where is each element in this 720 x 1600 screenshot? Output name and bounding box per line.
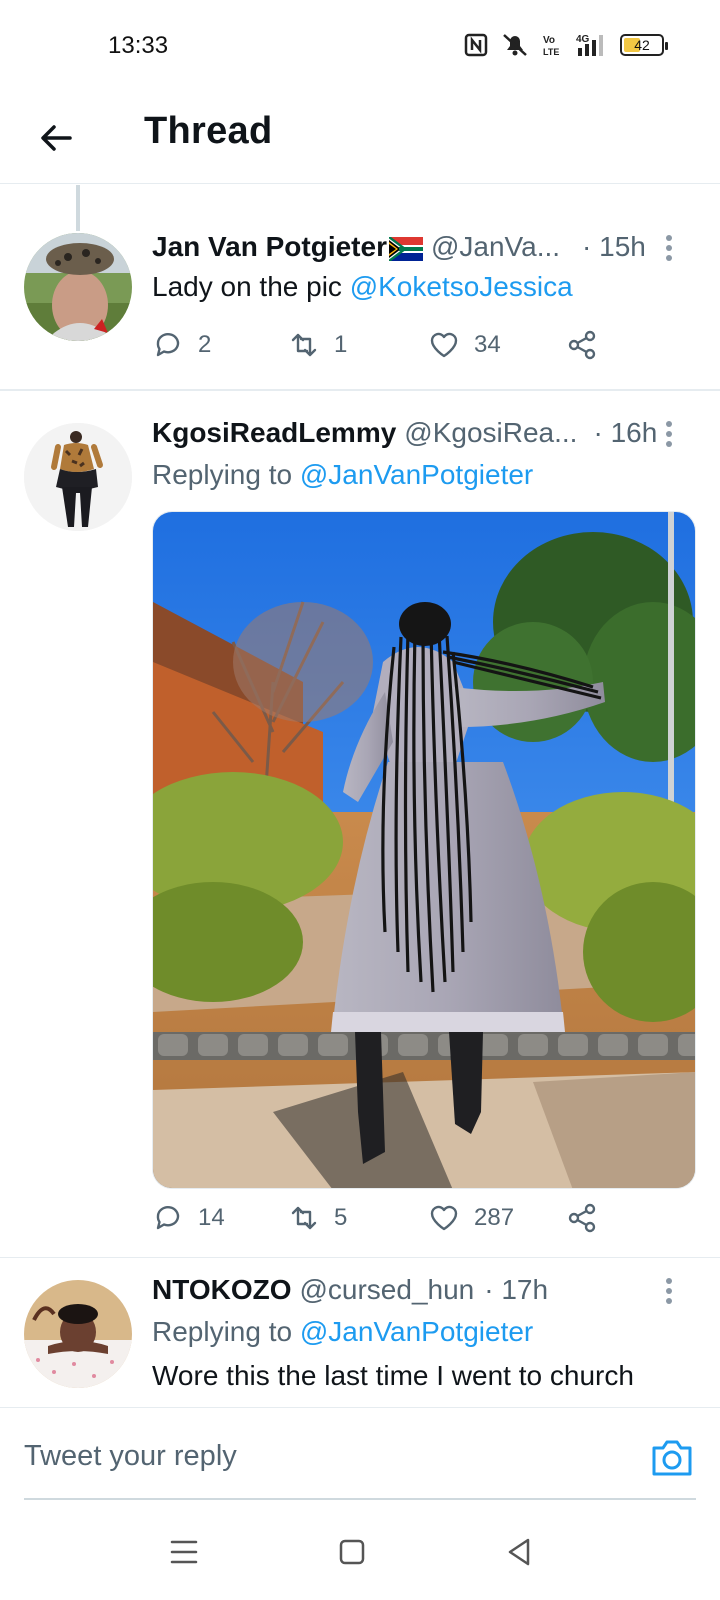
- display-name[interactable]: KgosiReadLemmy: [152, 417, 396, 449]
- replying-to: Replying to @JanVanPotgieter: [152, 1316, 533, 1348]
- south-africa-flag-icon: [388, 237, 423, 261]
- reply-composer[interactable]: Tweet your reply: [0, 1407, 720, 1507]
- retweet-count: 5: [334, 1204, 348, 1231]
- tweet-text: Lady on the pic @KoketsoJessica: [152, 271, 573, 303]
- display-name[interactable]: NTOKOZO: [152, 1274, 291, 1306]
- share-button[interactable]: [566, 1198, 598, 1238]
- avatar[interactable]: [24, 233, 132, 341]
- like-count: 287: [474, 1204, 515, 1231]
- battery-icon: 42: [620, 34, 668, 56]
- tweet-ntokozo[interactable]: NTOKOZO @cursed_hun · 17h Replying to @J…: [0, 1258, 720, 1407]
- avatar[interactable]: [24, 1280, 132, 1388]
- mute-icon: [503, 34, 527, 56]
- status-icons: Vo LTE 4G 42: [464, 32, 668, 58]
- svg-text:4G: 4G: [576, 34, 590, 45]
- tweet-header: Jan Van Potgieter @JanVa... · 15h: [152, 231, 680, 267]
- handle: @KgosiRea...: [404, 417, 578, 448]
- share-button[interactable]: [566, 325, 598, 365]
- svg-text:Vo: Vo: [543, 35, 555, 46]
- volte-icon: VoLTE: [543, 35, 559, 57]
- retweet-count: 1: [334, 331, 348, 358]
- like-button[interactable]: 287: [428, 1198, 514, 1238]
- like-button[interactable]: 34: [428, 325, 501, 365]
- reply-underline: [24, 1498, 696, 1500]
- reply-button[interactable]: 14: [152, 1198, 225, 1238]
- retweet-button[interactable]: 5: [288, 1198, 347, 1238]
- more-options-icon[interactable]: [662, 419, 676, 449]
- handle: @cursed_hun: [299, 1274, 475, 1305]
- tweet-photo[interactable]: [152, 511, 696, 1189]
- mention-link[interactable]: @JanVanPotgieter: [300, 459, 533, 490]
- nfc-icon: [464, 33, 488, 57]
- status-time: 13:33: [108, 32, 169, 59]
- retweet-icon: [291, 1206, 317, 1230]
- reply-count: 14: [198, 1204, 225, 1231]
- more-options-icon[interactable]: [662, 233, 676, 263]
- tweet-text: Wore this the last time I went to church: [152, 1360, 634, 1391]
- tweet-header: NTOKOZO @cursed_hun · 17h: [152, 1274, 680, 1310]
- reply-icon: [156, 1206, 180, 1230]
- timestamp: · 15h: [582, 231, 646, 262]
- avatar[interactable]: [24, 423, 132, 531]
- app-bar: Thread: [0, 92, 720, 184]
- tweet-kgosireadlemmy[interactable]: KgosiReadLemmy @KgosiRea... · 16h Replyi…: [0, 391, 720, 1257]
- share-icon: [568, 1203, 596, 1233]
- display-name[interactable]: Jan Van Potgieter: [152, 231, 387, 263]
- more-options-icon[interactable]: [662, 1276, 676, 1306]
- replying-to: Replying to @JanVanPotgieter: [152, 459, 533, 491]
- retweet-button[interactable]: 1: [288, 325, 347, 365]
- menu-icon[interactable]: [164, 1532, 204, 1572]
- page-title: Thread: [144, 110, 273, 152]
- replying-prefix: Replying to: [152, 459, 300, 490]
- status-bar: 13:33 Vo LTE 4G 42: [0, 0, 720, 92]
- tweet-actions: 14 5 287: [152, 1198, 612, 1238]
- heart-icon: [430, 1205, 458, 1231]
- mention-link[interactable]: @JanVanPotgieter: [300, 1316, 533, 1347]
- home-icon[interactable]: [332, 1532, 372, 1572]
- like-count: 34: [474, 331, 501, 358]
- heart-icon: [430, 332, 458, 358]
- reply-count: 2: [198, 331, 212, 358]
- system-nav-bar: [0, 1508, 720, 1600]
- timestamp: · 16h: [593, 417, 658, 448]
- reply-input[interactable]: Tweet your reply: [24, 1440, 237, 1473]
- handle: @JanVa...: [430, 231, 561, 262]
- share-icon: [568, 330, 596, 360]
- back-arrow-icon[interactable]: [34, 116, 78, 160]
- svg-text:LTE: LTE: [543, 47, 559, 57]
- mention-link[interactable]: @KoketsoJessica: [350, 271, 573, 302]
- retweet-icon: [291, 333, 317, 357]
- thread-feed[interactable]: Jan Van Potgieter @JanVa... · 15h Lady o…: [0, 185, 720, 1407]
- tweet-text-body: Lady on the pic: [152, 271, 350, 302]
- back-icon[interactable]: [500, 1532, 540, 1572]
- 4g-signal-icon: 4G: [576, 34, 603, 56]
- tweet-jan-van-potgieter[interactable]: Jan Van Potgieter @JanVa... · 15h Lady o…: [0, 185, 720, 390]
- reply-button[interactable]: 2: [152, 325, 211, 365]
- camera-icon[interactable]: [650, 1436, 694, 1478]
- reply-icon: [156, 333, 180, 357]
- timestamp: · 17h: [484, 1274, 549, 1305]
- tweet-actions: 2 1 34: [152, 325, 612, 365]
- battery-level: 42: [634, 37, 650, 53]
- tweet-header: KgosiReadLemmy @KgosiRea... · 16h: [152, 417, 680, 453]
- replying-prefix: Replying to: [152, 1316, 300, 1347]
